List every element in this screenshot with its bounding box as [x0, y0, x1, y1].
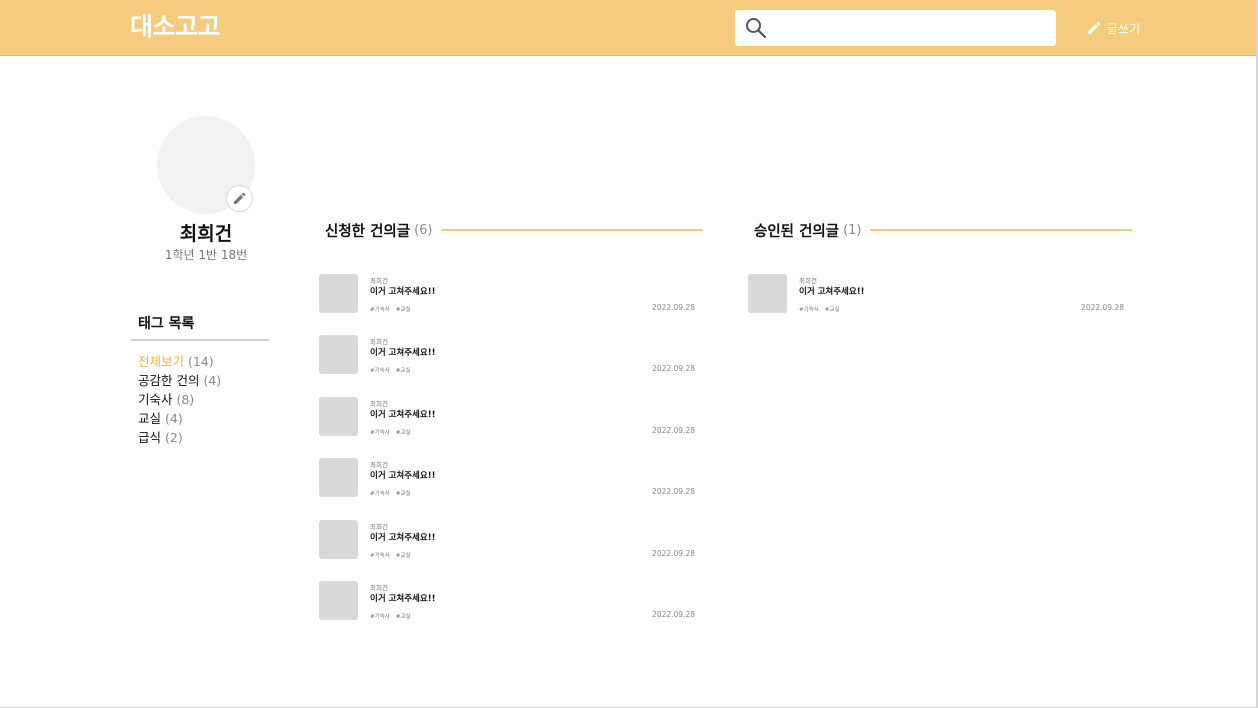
tag-label: 기숙사 [138, 392, 173, 407]
post-tag: #교실 [395, 307, 411, 313]
post-date: 2022.09.28 [652, 548, 695, 558]
post-tag: #기숙사 [370, 614, 390, 620]
section-title: 승인된 건의글 [754, 223, 840, 240]
post-tags: #기숙사 #교실 [370, 428, 417, 436]
section-count: (1) [843, 222, 862, 238]
post-title: 이거 고쳐주세요!! [370, 532, 436, 543]
post-tags: #기숙사 #교실 [370, 489, 417, 497]
post-tags: #기숙사 #교실 [370, 612, 417, 620]
post-tag: #기숙사 [370, 368, 390, 375]
post-title: 이거 고쳐주세요!! [370, 409, 436, 420]
tag-label: 공감한 건의 [138, 373, 200, 388]
post-tag: #교실 [824, 307, 840, 313]
logo[interactable]: 대소고고 [130, 11, 221, 43]
tag-count: (4) [203, 373, 222, 388]
post-date: 2022.09.28 [652, 487, 695, 497]
post-item[interactable]: 최희건이거 고쳐주세요!! #기숙사 #교실 2022.09.28 [319, 581, 695, 621]
post-tag: #교실 [395, 368, 411, 375]
post-title: 이거 고쳐주세요!! [370, 594, 436, 604]
tag-item-classroom[interactable]: 교실 (4) [138, 409, 221, 428]
tag-list-title: 태그 목록 [138, 316, 195, 332]
post-tag: #기숙사 [799, 307, 819, 313]
profile-class: 1학년 1반 18번 [164, 248, 248, 262]
pencil-icon [1088, 21, 1101, 34]
tag-item-dormitory[interactable]: 기숙사 (8) [138, 390, 221, 409]
post-author: 최희건 [370, 461, 388, 470]
post-item[interactable]: 최희건이거 고쳐주세요!! #기숙사 #교실 2022.09.28 [319, 274, 695, 314]
post-date: 2022.09.28 [652, 425, 695, 435]
write-button[interactable]: 글쓰기 [1087, 19, 1140, 37]
post-tag: #기숙사 [370, 429, 390, 436]
post-tag: #교실 [395, 429, 411, 436]
post-tags: #기숙사 #교실 [370, 366, 417, 374]
section-title: 신청한 건의글 [325, 223, 411, 240]
post-tag: #교실 [395, 552, 411, 559]
post-date: 2022.09.28 [652, 303, 695, 312]
post-tag: #기숙사 [370, 307, 390, 313]
profile-name: 최희건 [179, 223, 233, 245]
post-tags: #기숙사 #교실 [799, 305, 846, 313]
post-title: 이거 고쳐주세요!! [799, 287, 865, 297]
post-thumbnail [319, 581, 358, 620]
post-date: 2022.09.28 [652, 610, 695, 619]
tag-label: 급식 [138, 430, 162, 445]
tag-label: 전체보기 [138, 354, 185, 369]
post-thumbnail [319, 274, 358, 313]
post-title: 이거 고쳐주세요!! [370, 471, 436, 482]
search-box[interactable] [735, 10, 1056, 46]
post-item[interactable]: 최희건 이거 고쳐주세요!! #기숙사 #교실 2022.09.28 [319, 396, 695, 437]
post-author: 최희건 [370, 277, 388, 285]
search-icon[interactable] [745, 17, 767, 39]
post-thumbnail [319, 458, 358, 498]
post-title: 이거 고쳐주세요!! [370, 348, 436, 359]
post-author: 최희건 [370, 522, 388, 531]
divider [440, 229, 703, 231]
post-thumbnail [319, 519, 358, 559]
post-item[interactable]: 최희건 이거 고쳐주세요!! #기숙사 #교실 2022.09.28 [319, 458, 695, 498]
post-tags: #기숙사 #교실 [370, 305, 417, 313]
post-author: 최희건 [370, 399, 388, 408]
section-header: 신청한 건의글 (6) [325, 218, 703, 242]
divider [131, 339, 269, 341]
write-label: 글쓰기 [1107, 21, 1141, 36]
top-bar: 대소고고 글쓰기 [0, 0, 1258, 56]
tag-list: 전체보기 (14) 공감한 건의 (4) 기숙사 (8) 교실 (4) 급식 (… [138, 352, 221, 447]
post-date: 2022.09.28 [1081, 303, 1124, 312]
post-thumbnail [319, 335, 358, 375]
pencil-icon [233, 192, 246, 205]
section-header: 승인된 건의글 (1) [754, 218, 1132, 242]
tag-count: (4) [165, 411, 183, 426]
post-tag: #기숙사 [370, 552, 390, 559]
section-count: (6) [414, 222, 433, 238]
post-date: 2022.09.28 [652, 364, 695, 374]
post-tag: #교실 [395, 491, 411, 498]
post-tags: #기숙사 #교실 [370, 551, 417, 559]
divider [869, 229, 1132, 231]
tag-count: (8) [176, 392, 195, 407]
tag-label: 교실 [138, 411, 162, 426]
post-author: 최희건 [799, 277, 817, 285]
post-title: 이거 고쳐주세요!! [370, 287, 436, 297]
post-author: 최희건 [370, 584, 388, 592]
post-thumbnail [319, 396, 358, 436]
post-tag: #기숙사 [370, 491, 390, 498]
tag-item-all[interactable]: 전체보기 (14) [138, 352, 221, 371]
search-input[interactable] [775, 16, 1045, 40]
tag-count: (2) [165, 430, 183, 445]
post-item[interactable]: 최희건 이거 고쳐주세요!! #기숙사 #교실 2022.09.28 [319, 335, 695, 375]
post-item[interactable]: 최희건 이거 고쳐주세요!! #기숙사 #교실 2022.09.28 [319, 519, 695, 560]
post-tag: #교실 [395, 614, 411, 620]
tag-count: (14) [188, 354, 214, 369]
avatar-edit-button[interactable] [226, 185, 253, 212]
post-author: 최희건 [370, 338, 388, 347]
tag-item-liked[interactable]: 공감한 건의 (4) [138, 371, 221, 390]
tag-item-meal[interactable]: 급식 (2) [138, 428, 221, 447]
post-item[interactable]: 최희건이거 고쳐주세요!! #기숙사 #교실 2022.09.28 [748, 274, 1124, 314]
post-thumbnail [748, 274, 787, 313]
